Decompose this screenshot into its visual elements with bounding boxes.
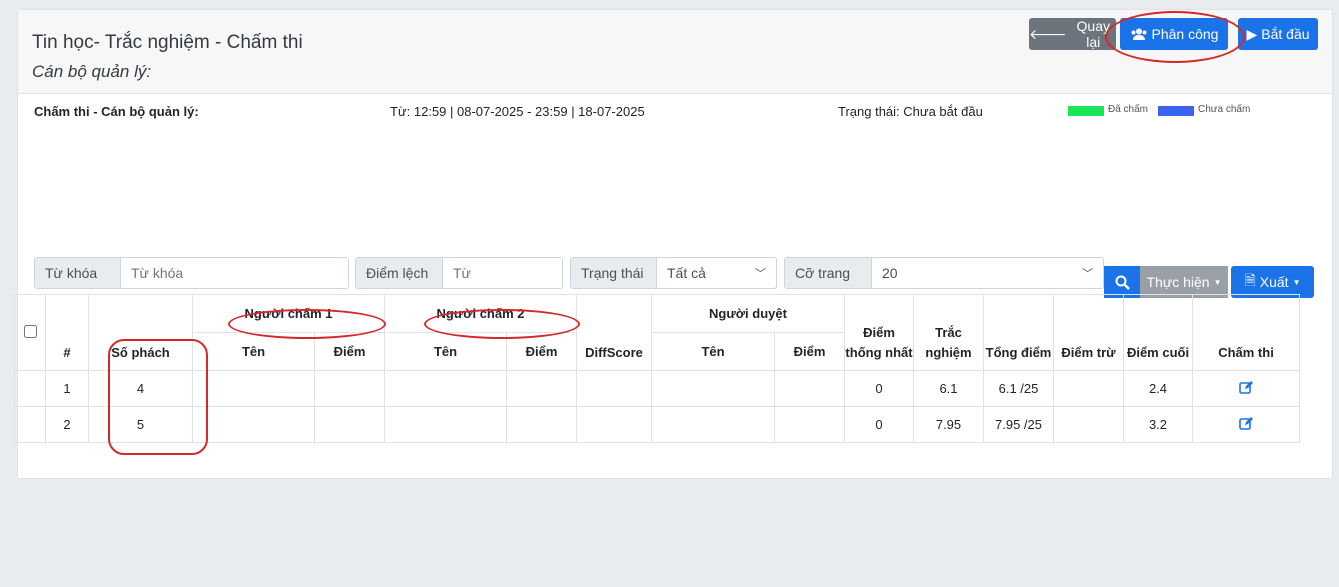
users-icon xyxy=(1131,28,1147,40)
row-index: 1 xyxy=(45,370,89,407)
page-subtitle: Cán bộ quản lý: xyxy=(32,62,152,81)
header-grader2: Người chấm 2 xyxy=(384,294,577,333)
status-text: Trạng thái: Chưa bắt đầu xyxy=(838,104,983,119)
keyword-filter: Từ khóa xyxy=(34,257,349,289)
pagesize-label: Cỡ trang xyxy=(785,258,872,288)
status-select[interactable]: Tất cả ﹀ xyxy=(657,258,776,288)
back-button[interactable]: 🡐 Quay lại xyxy=(1029,18,1116,50)
role-label: Chấm thi - Cán bộ quản lý: xyxy=(34,104,199,119)
grading-table: # Số phách Người chấm 1 Người chấm 2 Dif… xyxy=(14,294,1300,443)
status-filter: Trạng thái Tất cả ﹀ xyxy=(570,257,777,289)
header-diffscore: DiffScore xyxy=(576,294,652,371)
row-final: 3.2 xyxy=(1123,406,1193,443)
search-icon xyxy=(1115,275,1130,290)
arrow-left-icon: 🡐 xyxy=(1029,25,1067,42)
keyword-label: Từ khóa xyxy=(35,258,121,288)
row-mcq: 7.95 xyxy=(913,406,984,443)
header-grader2-score: Điểm xyxy=(506,332,577,371)
row-mcq: 6.1 xyxy=(913,370,984,407)
caret-down-icon: ▼ xyxy=(1292,277,1301,287)
start-button[interactable]: ▶ Bắt đầu xyxy=(1238,18,1318,50)
row-unified: 0 xyxy=(844,370,914,407)
header-index: # xyxy=(45,294,89,371)
header-final: Điểm cuối xyxy=(1123,294,1193,371)
row-so-phach: 4 xyxy=(88,370,193,407)
header-grader1-score: Điểm xyxy=(314,332,385,371)
legend-label-graded: Đã chấm xyxy=(1108,104,1149,115)
select-all-checkbox[interactable] xyxy=(23,324,37,338)
pagesize-filter: Cỡ trang 20 ﹀ xyxy=(784,257,1104,289)
row-final: 2.4 xyxy=(1123,370,1193,407)
header-approver-score: Điểm xyxy=(774,332,845,371)
header-approver: Người duyệt xyxy=(651,294,845,333)
header-grader2-name: Tên xyxy=(384,332,507,371)
time-range: Từ: 12:59 | 08-07-2025 - 23:59 | 18-07-2… xyxy=(390,104,645,119)
deviation-filter: Điểm lệch xyxy=(355,257,563,289)
play-icon: ▶ xyxy=(1246,25,1258,42)
row-index: 2 xyxy=(45,406,89,443)
chevron-down-icon: ﹀ xyxy=(1082,268,1093,280)
page-title: Tin học- Trắc nghiệm - Chấm thi xyxy=(32,32,303,53)
header-unified: Điểm thống nhất xyxy=(844,294,914,371)
caret-down-icon: ▼ xyxy=(1213,277,1222,287)
header-total: Tổng điểm xyxy=(983,294,1054,371)
legend-swatch-ungraded xyxy=(1158,106,1194,116)
status-label: Trạng thái xyxy=(571,258,657,288)
edit-icon[interactable] xyxy=(1239,416,1253,430)
header-grader1: Người chấm 1 xyxy=(192,294,385,333)
row-total: 7.95 /25 xyxy=(983,406,1054,443)
header-grader1-name: Tên xyxy=(192,332,315,371)
select-all-cell xyxy=(14,294,46,371)
row-total: 6.1 /25 xyxy=(983,370,1054,407)
header-approver-name: Tên xyxy=(651,332,775,371)
table-row: 1 4 0 6.1 6.1 /25 2.4 xyxy=(14,370,1300,407)
assign-button[interactable]: Phân công xyxy=(1120,18,1228,50)
row-unified: 0 xyxy=(844,406,914,443)
pagesize-select[interactable]: 20 ﹀ xyxy=(872,258,1103,288)
row-so-phach: 5 xyxy=(88,406,193,443)
header-so-phach: Số phách xyxy=(88,294,193,371)
edit-icon[interactable] xyxy=(1239,380,1253,394)
header-grade: Chấm thi xyxy=(1192,294,1300,371)
chevron-down-icon: ﹀ xyxy=(755,268,766,280)
deviation-input[interactable] xyxy=(443,258,562,288)
row-grade-cell xyxy=(1192,406,1300,443)
keyword-input[interactable] xyxy=(121,258,348,288)
deviation-label: Điểm lệch xyxy=(356,258,443,288)
header-deduct: Điểm trừ xyxy=(1053,294,1124,371)
header-mcq: Trắc nghiệm xyxy=(913,294,984,371)
table-row: 2 5 0 7.95 7.95 /25 3.2 xyxy=(14,406,1300,443)
legend-swatch-graded xyxy=(1068,106,1104,116)
file-export-icon: 🗎 xyxy=(1244,272,1256,288)
legend-label-ungraded: Chưa chấm xyxy=(1198,104,1251,115)
row-grade-cell xyxy=(1192,370,1300,407)
